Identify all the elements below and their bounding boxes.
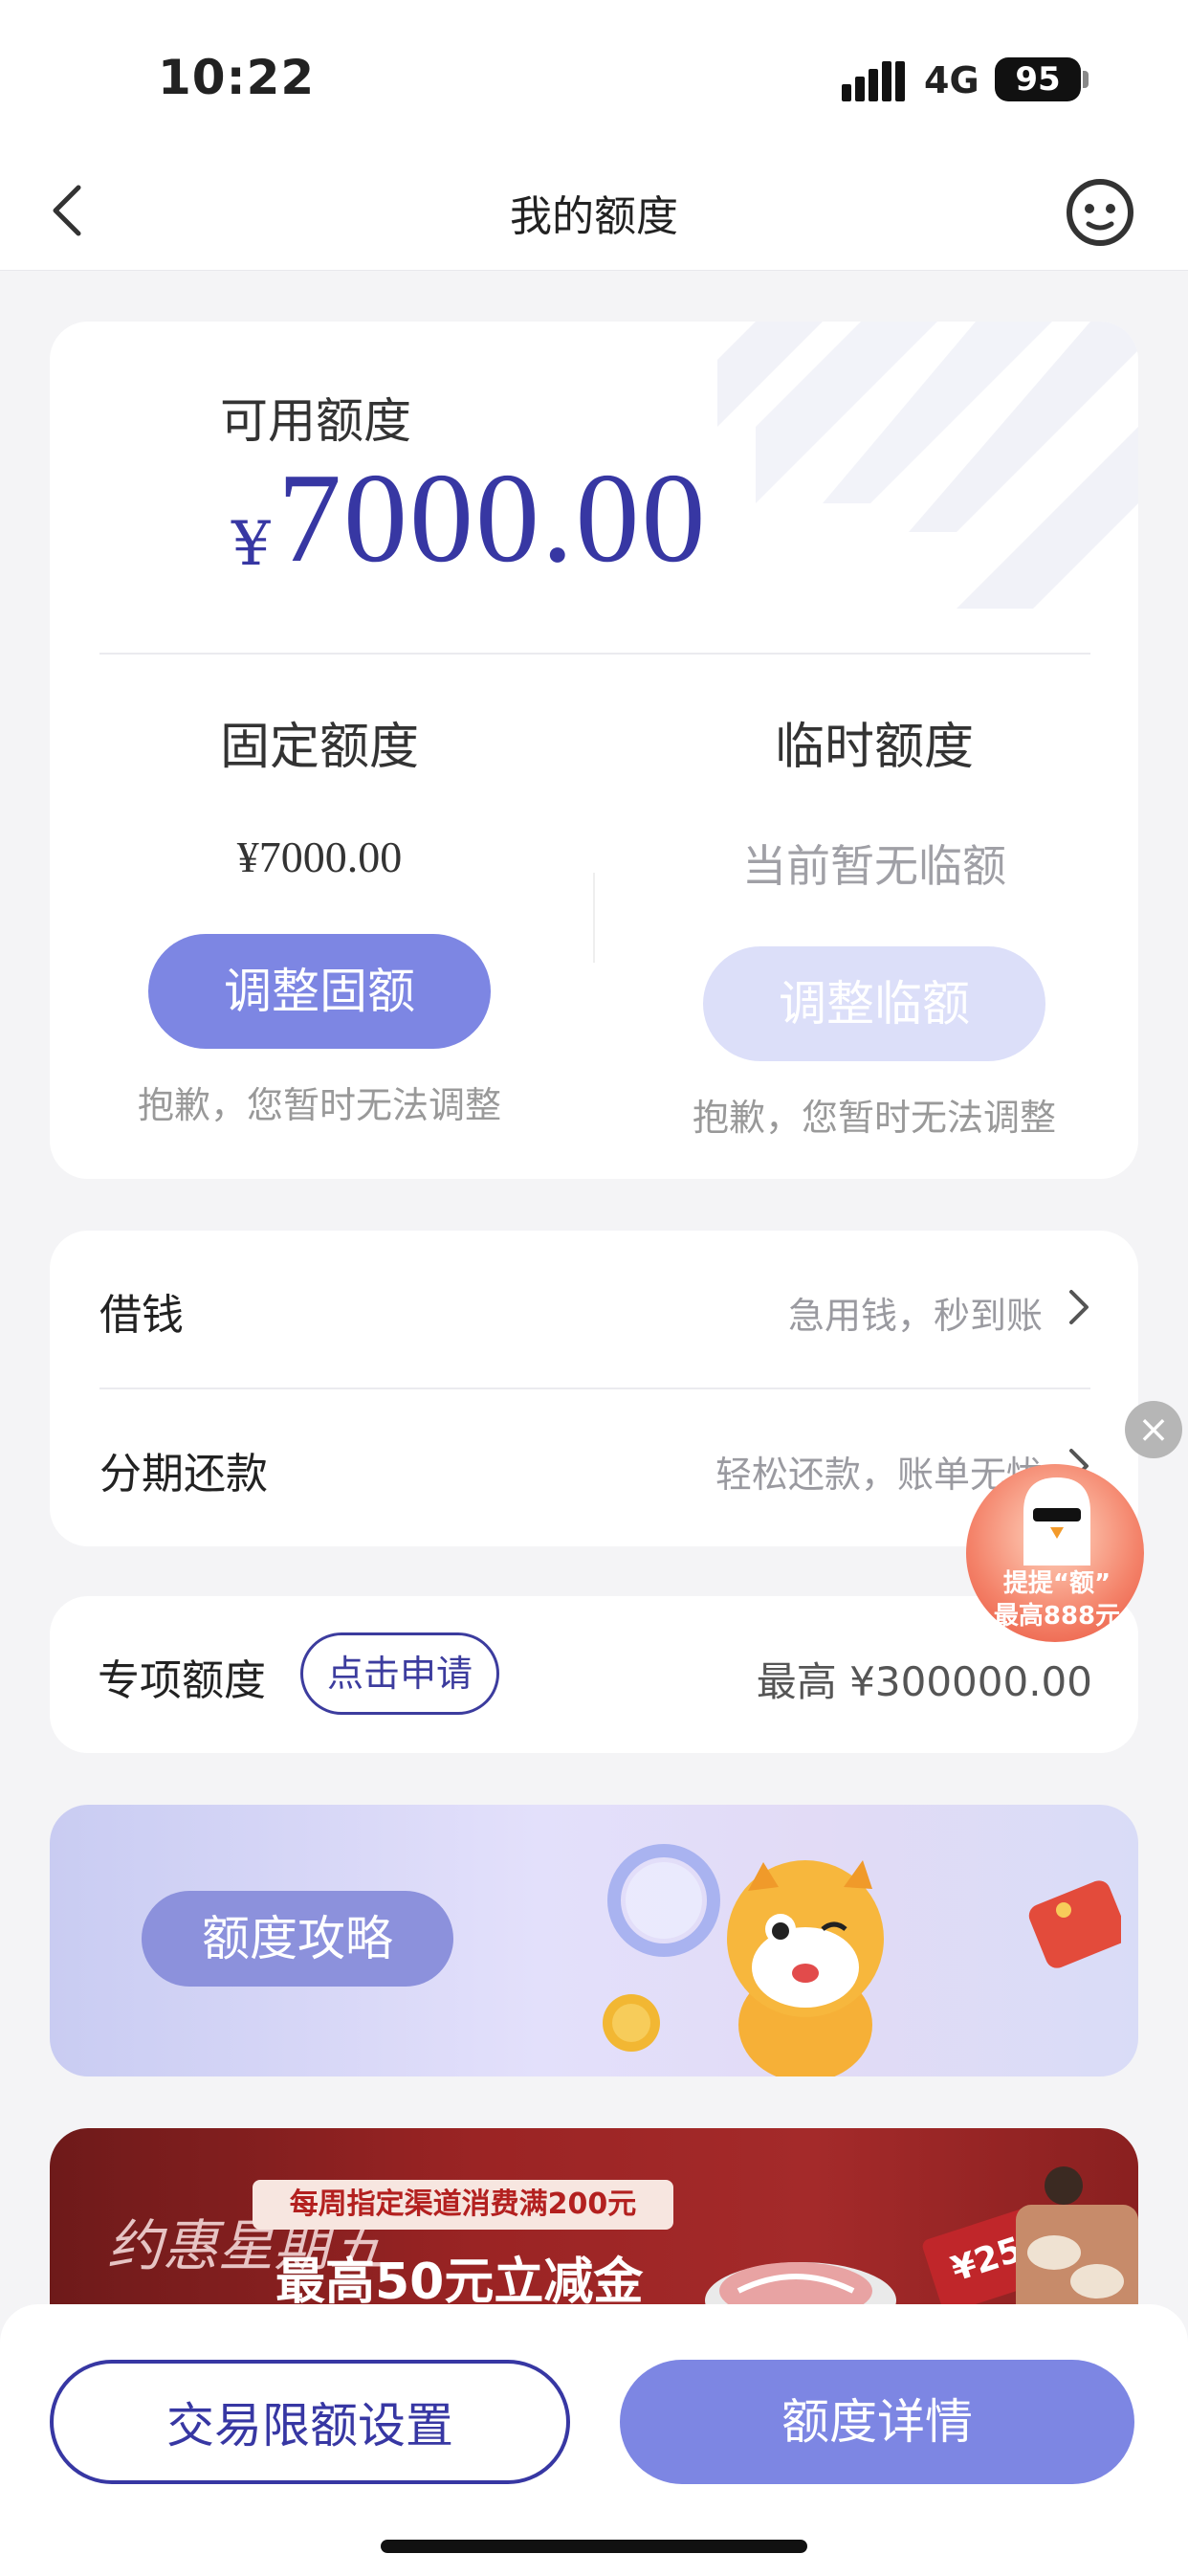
tiger-mascot-illustration	[603, 1844, 1121, 2076]
floating-promo-line1: 提提“额”	[1002, 1569, 1111, 1598]
menu-item-borrow[interactable]: 借钱 急用钱，秒到账	[50, 1231, 1138, 1388]
temp-credit-title: 临时额度	[774, 719, 974, 776]
credit-card: 可用额度 ¥ 7000.00 固定额度 ¥7000.00 调整固额 抱歉，您暂时…	[50, 322, 1138, 1179]
chevron-right-icon	[1069, 1290, 1089, 1324]
credit-guide-banner[interactable]: 额度攻略	[50, 1805, 1138, 2076]
battery-tip	[1083, 71, 1089, 88]
menu-item-hint: 急用钱，秒到账	[787, 1295, 1043, 1337]
fixed-credit-note: 抱歉，您暂时无法调整	[137, 1084, 501, 1126]
temp-credit-value: 当前暂无临额	[742, 841, 1006, 891]
bottom-action-bar: 交易限额设置 额度详情	[0, 2304, 1188, 2576]
fixed-credit-value: ¥7000.00	[236, 833, 403, 881]
vertical-divider	[593, 873, 595, 963]
currency-symbol: ¥	[231, 509, 271, 580]
nav-bar: 我的额度	[0, 153, 1188, 271]
close-icon[interactable]: ×	[1125, 1401, 1182, 1458]
credit-guide-label: 额度攻略	[142, 1891, 453, 1987]
credit-details-button[interactable]: 额度详情	[620, 2360, 1134, 2484]
temp-credit-note: 抱歉，您暂时无法调整	[692, 1097, 1056, 1139]
promo-tag: 每周指定渠道消费满200元	[253, 2180, 673, 2230]
signal-icon	[842, 61, 905, 101]
available-credit-label: 可用额度	[220, 393, 411, 449]
promo-headline: 最高50元立减金	[275, 2254, 644, 2311]
home-indicator[interactable]	[381, 2540, 807, 2553]
fixed-credit-column: 固定额度 ¥7000.00 调整固额 抱歉，您暂时无法调整	[119, 706, 520, 1128]
status-time: 10:22	[158, 50, 316, 105]
divider	[99, 653, 1090, 655]
network-type: 4G	[924, 59, 979, 101]
special-credit-max: 最高 ¥300000.00	[756, 1658, 1092, 1705]
adjust-fixed-button[interactable]: 调整固额	[148, 934, 491, 1049]
page-title: 我的额度	[510, 192, 678, 241]
status-bar: 10:22 4G 95	[0, 0, 1188, 153]
available-credit-amount: 7000.00	[277, 447, 708, 588]
floating-promo-line2: 最高888元	[993, 1602, 1121, 1631]
decorative-stripes	[717, 322, 1138, 609]
menu-item-label: 分期还款	[99, 1450, 268, 1499]
menu-card: 借钱 急用钱，秒到账 分期还款 轻松还款，账单无忧	[50, 1231, 1138, 1546]
battery-icon: 95	[995, 57, 1081, 101]
menu-item-label: 借钱	[99, 1291, 184, 1340]
adjust-temp-button[interactable]: 调整临额	[703, 946, 1045, 1061]
fixed-credit-title: 固定额度	[219, 719, 419, 776]
transaction-limit-button[interactable]: 交易限额设置	[50, 2360, 570, 2484]
mascot-face-icon	[1023, 1477, 1090, 1566]
floating-promo-text: 提提“额” 最高888元	[976, 1567, 1138, 1632]
apply-button[interactable]: 点击申请	[300, 1632, 499, 1715]
customer-service-icon[interactable]	[1064, 176, 1136, 249]
temp-credit-column: 临时额度 当前暂无临额 调整临额 抱歉，您暂时无法调整	[673, 706, 1075, 1141]
special-credit-label: 专项额度	[98, 1656, 266, 1705]
